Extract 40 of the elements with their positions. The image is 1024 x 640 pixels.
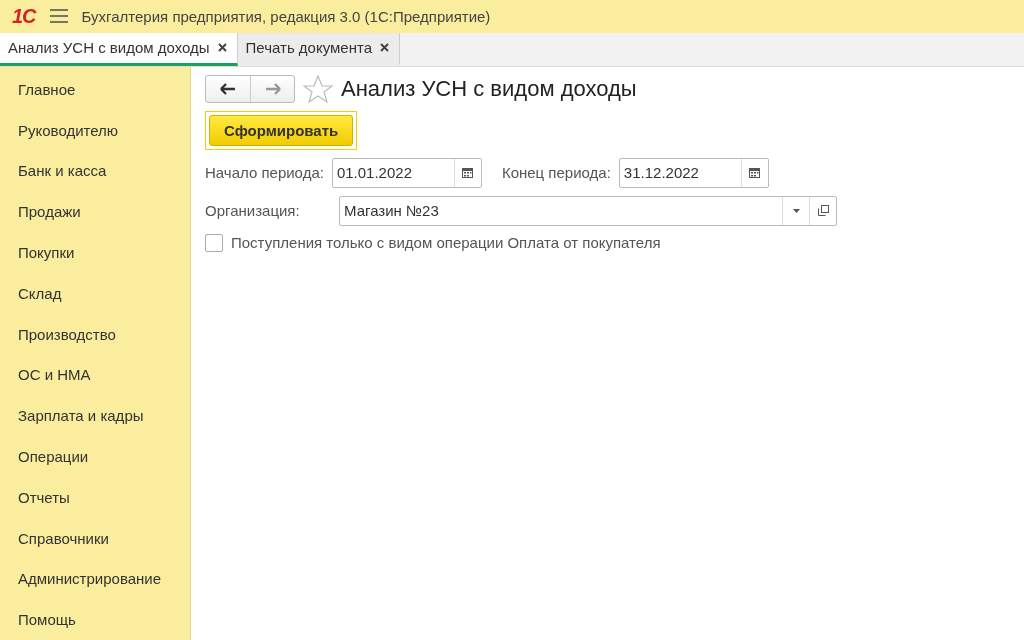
close-icon[interactable] (217, 43, 227, 53)
calendar-icon (749, 167, 761, 179)
tab[interactable]: Печать документа (237, 32, 400, 66)
sidebar-item[interactable]: ОС и НМА (0, 354, 190, 396)
open-icon[interactable] (817, 205, 829, 217)
star-icon[interactable] (303, 74, 333, 103)
calendar-icon (462, 167, 474, 179)
sidebar-item[interactable]: Отчеты (0, 476, 190, 518)
sidebar-item[interactable]: Операции (0, 436, 190, 477)
date-field[interactable]: 01.01.2022 (331, 157, 482, 188)
field-label: Конец периода: (501, 164, 611, 182)
sidebar-item[interactable]: Руководителю (0, 109, 190, 151)
tab[interactable]: Анализ УСН с видом доходы (0, 32, 238, 66)
left-arrow-icon (220, 82, 236, 95)
right-arrow-icon (264, 82, 281, 95)
organization-field[interactable]: Магазин №23 (339, 195, 837, 226)
menu-icon[interactable] (49, 9, 68, 24)
sidebar-item[interactable]: Банк и касса (0, 150, 190, 192)
logo: 1С (12, 4, 36, 28)
sidebar-item[interactable]: Производство (0, 313, 190, 355)
window-title: Бухгалтерия предприятия, редакция 3.0 (1С:Предприятие) (81, 7, 491, 25)
close-icon[interactable] (380, 43, 389, 53)
checkbox[interactable] (205, 233, 223, 252)
tab-label: Печать документа (245, 39, 372, 57)
sidebar-item[interactable]: Помощь (0, 599, 190, 640)
sidebar-item[interactable]: Администрирование (0, 558, 190, 600)
generate-button[interactable]: Сформировать (209, 114, 354, 146)
checkbox-label: Поступления только с видом операции Оплата от покупателя (231, 234, 661, 252)
dropdown-icon[interactable] (792, 208, 800, 213)
field-label: Начало периода: (205, 164, 324, 182)
field-label: Организация: (205, 202, 300, 220)
sidebar-item[interactable]: Зарплата и кадры (0, 395, 190, 436)
sidebar-item[interactable]: Продажи (0, 191, 190, 233)
date-field[interactable]: 31.12.2022 (618, 157, 769, 188)
sidebar-item[interactable]: Справочники (0, 517, 190, 559)
form-title: Анализ УСН с видом доходы (341, 75, 637, 102)
sidebar-item[interactable]: Покупки (0, 232, 190, 273)
sidebar-item[interactable]: Главное (0, 68, 190, 110)
sidebar-item[interactable]: Склад (0, 272, 190, 314)
tab-label: Анализ УСН с видом доходы (8, 39, 210, 57)
